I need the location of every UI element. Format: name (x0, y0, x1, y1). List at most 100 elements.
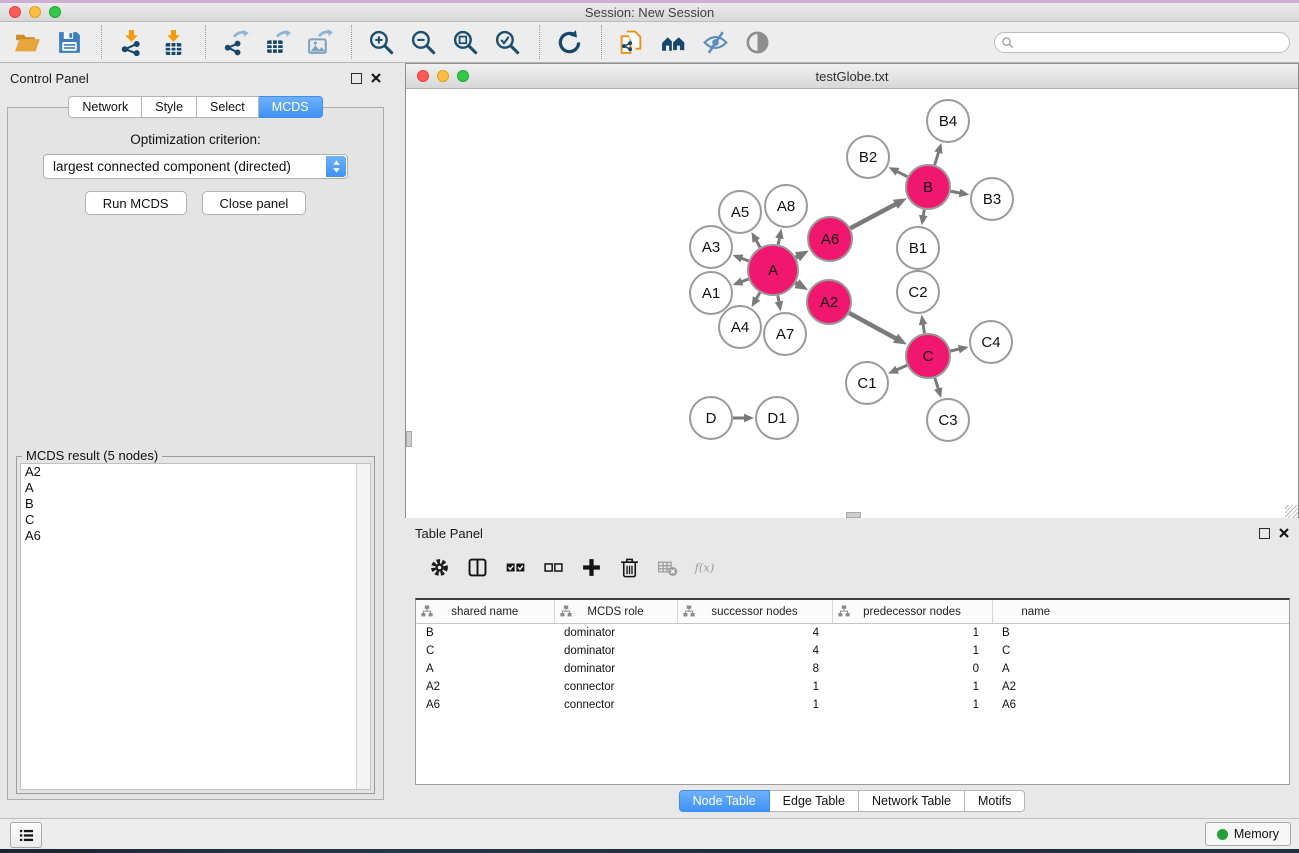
table-row[interactable]: Cdominator41C (416, 642, 1289, 660)
control-panel-tabs: NetworkStyleSelectMCDS (0, 96, 391, 118)
column-header-MCDS-role[interactable]: MCDS role (554, 600, 677, 624)
tab-mcds[interactable]: MCDS (259, 96, 323, 118)
zoom-fit-icon[interactable] (450, 25, 484, 59)
table-panel-title: Table Panel (415, 526, 483, 541)
open-folder-icon[interactable] (12, 25, 46, 59)
zoom-out-icon[interactable] (408, 25, 442, 59)
minimize-traffic-light[interactable] (29, 6, 41, 18)
duplicate-network-icon[interactable] (616, 25, 650, 59)
mcds-result-item[interactable]: A (21, 480, 370, 496)
delete-columns-icon[interactable] (616, 552, 644, 582)
close-traffic-light[interactable] (9, 6, 21, 18)
table-panel-header: Table Panel (405, 518, 1299, 548)
hide-graphics-details-icon[interactable] (700, 25, 734, 59)
search-input[interactable] (994, 32, 1290, 53)
column-header-successor-nodes[interactable]: successor nodes (677, 600, 832, 624)
import-network-icon[interactable] (116, 25, 150, 59)
zoom-in-icon[interactable] (366, 25, 400, 59)
svg-text:f(x): f(x) (694, 560, 714, 574)
memory-label: Memory (1234, 827, 1279, 841)
toolbar-separator (351, 25, 353, 59)
mcds-result-item[interactable]: A6 (21, 528, 370, 544)
graph-node-label: B1 (909, 240, 927, 257)
column-header-shared-name[interactable]: shared name (416, 600, 554, 624)
window-resize-grip[interactable] (1285, 505, 1298, 518)
column-header-predecessor-nodes[interactable]: predecessor nodes (832, 600, 992, 624)
window-controls (9, 6, 61, 18)
graph-edge-B-B4 (935, 152, 939, 165)
mcds-result-item[interactable]: A2 (21, 464, 370, 480)
table-row[interactable]: A2connector11A2 (416, 678, 1289, 696)
tab-network[interactable]: Network (68, 96, 142, 118)
graph-node-label: C4 (981, 334, 1000, 351)
mcds-result-item[interactable]: B (21, 496, 370, 512)
table-row[interactable]: Bdominator41B (416, 624, 1289, 643)
graph-node-label: C2 (908, 284, 927, 301)
memory-button[interactable]: Memory (1205, 822, 1291, 846)
network-window-title: testGlobe.txt (816, 69, 889, 84)
graph-edge-C-C1 (896, 365, 907, 370)
mcds-result-fieldset: MCDS result (5 nodes) A2ABCA6 (16, 456, 375, 794)
export-image-icon[interactable] (304, 25, 338, 59)
tab-node-table[interactable]: Node Table (679, 790, 770, 812)
export-table-icon[interactable] (262, 25, 296, 59)
tab-edge-table[interactable]: Edge Table (770, 790, 859, 812)
result-list-scrollbar[interactable] (356, 464, 370, 789)
tab-network-table[interactable]: Network Table (859, 790, 965, 812)
show-columns-icon[interactable] (464, 552, 492, 582)
float-table-panel-icon[interactable] (1259, 528, 1270, 539)
table-row[interactable]: A6connector11A6 (416, 696, 1289, 714)
criterion-select-value: largest connected component (directed) (53, 159, 291, 174)
table-row[interactable]: Adominator80A (416, 660, 1289, 678)
tab-select[interactable]: Select (197, 96, 259, 118)
graph-node-label: A6 (821, 231, 839, 248)
network-minimize-traffic-light[interactable] (437, 70, 449, 82)
desktop-background-strip-bottom (0, 849, 1299, 853)
import-table-icon[interactable] (158, 25, 192, 59)
control-panel-title: Control Panel (10, 71, 89, 86)
edge-arrowhead (919, 315, 927, 326)
float-panel-icon[interactable] (351, 73, 362, 84)
close-panel-button[interactable]: Close panel (202, 191, 307, 215)
graph-edge-A-A7 (778, 296, 779, 303)
graph-node-label: A1 (702, 285, 720, 302)
graph-node-label: A7 (776, 326, 794, 343)
network-zoom-traffic-light[interactable] (457, 70, 469, 82)
deselect-all-rows-icon[interactable] (540, 552, 568, 582)
tab-style[interactable]: Style (142, 96, 197, 118)
canvas-vertical-scrollbar[interactable] (406, 431, 412, 447)
graph-node-label: A (768, 262, 778, 279)
mcds-result-item[interactable]: C (21, 512, 370, 528)
close-panel-icon[interactable] (371, 73, 381, 83)
zoom-selected-icon[interactable] (492, 25, 526, 59)
tab-motifs[interactable]: Motifs (965, 790, 1025, 812)
graph-edge-C-C4 (950, 349, 959, 351)
control-panel: Control Panel NetworkStyleSelectMCDS Opt… (0, 63, 391, 800)
zoom-traffic-light[interactable] (49, 6, 61, 18)
mcds-result-title: MCDS result (5 nodes) (22, 448, 162, 463)
close-table-panel-icon[interactable] (1279, 528, 1289, 538)
network-close-traffic-light[interactable] (417, 70, 429, 82)
column-header-name[interactable]: name (992, 600, 1079, 624)
export-network-icon[interactable] (220, 25, 254, 59)
refresh-layout-icon[interactable] (554, 25, 588, 59)
run-mcds-button[interactable]: Run MCDS (85, 191, 187, 215)
add-column-icon[interactable] (578, 552, 606, 582)
select-all-rows-icon[interactable] (502, 552, 530, 582)
task-history-button[interactable] (10, 822, 42, 848)
table-settings-gear-icon[interactable] (426, 552, 454, 582)
graph-edge-A-A5 (756, 240, 760, 248)
birds-eye-view-icon[interactable] (658, 25, 692, 59)
toolbar-separator (539, 25, 541, 59)
save-session-icon[interactable] (54, 25, 88, 59)
graph-edge-A6-B (850, 204, 896, 228)
search-icon (1001, 36, 1014, 49)
show-graphics-details-icon[interactable] (742, 25, 776, 59)
select-stepper-icon (326, 156, 346, 177)
criterion-select[interactable]: largest connected component (directed) (43, 154, 348, 179)
graph-node-label: C3 (938, 412, 957, 429)
node-table: shared nameMCDS rolesuccessor nodesprede… (415, 598, 1290, 785)
network-window-controls (417, 70, 469, 82)
network-canvas[interactable]: B4B2BB3A8A5A6A3B1AA1C2A2A4A7C4CC1C3DD1 (406, 89, 1298, 518)
edge-arrowhead (744, 414, 754, 423)
